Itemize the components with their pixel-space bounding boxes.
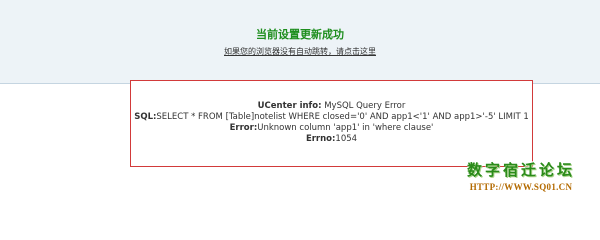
success-message: 当前设置更新成功 [256, 28, 344, 41]
errno-value: 1054 [335, 134, 358, 144]
sql-line: SQL:SELECT * FROM [Table]notelist WHERE … [131, 112, 532, 123]
error-line: Error:Unknown column 'app1' in 'where cl… [131, 123, 532, 134]
error-label: Error: [229, 123, 258, 133]
watermark-url: HTTP://WWW.SQ01.CN [469, 182, 573, 192]
redirect-link[interactable]: 如果您的浏览器没有自动跳转，请点击这里 [0, 46, 600, 57]
ucenter-info-line: UCenter info: MySQL Query Error [131, 101, 532, 112]
sql-value: SELECT * FROM [Table]notelist WHERE clos… [156, 112, 529, 122]
errno-line: Errno:1054 [131, 134, 532, 145]
message-panel: 当前设置更新成功 如果您的浏览器没有自动跳转，请点击这里 [0, 0, 600, 84]
ucenter-info-value: MySQL Query Error [321, 101, 406, 111]
error-details: UCenter info: MySQL Query Error SQL:SELE… [131, 101, 532, 145]
error-box: UCenter info: MySQL Query Error SQL:SELE… [130, 80, 533, 167]
watermark-logo: 数字宿迁论坛 [466, 161, 575, 179]
watermark: 数字宿迁论坛 HTTP://WWW.SQ01.CN [446, 159, 596, 192]
sql-label: SQL: [134, 112, 157, 122]
ucenter-info-label: UCenter info: [257, 101, 322, 111]
errno-label: Errno: [305, 134, 336, 144]
error-value: Unknown column 'app1' in 'where clause' [257, 123, 434, 133]
